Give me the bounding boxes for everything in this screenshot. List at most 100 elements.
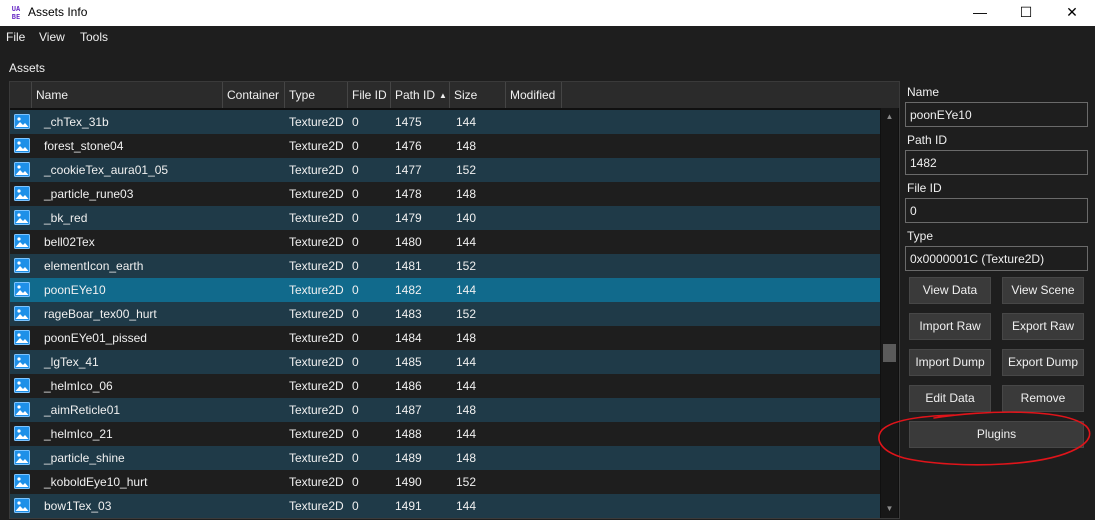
cell-name: _aimReticle01	[44, 403, 121, 417]
cell-file-id: 0	[352, 211, 359, 225]
column-header-path-id[interactable]: Path ID ▲	[391, 82, 450, 108]
scroll-up-arrow-icon[interactable]: ▲	[881, 112, 898, 121]
image-icon	[14, 306, 30, 321]
cell-type: Texture2D	[289, 403, 344, 417]
cell-size: 148	[456, 187, 477, 201]
type-field[interactable]	[905, 246, 1088, 271]
table-row[interactable]: _helmIco_06 Texture2D 0 1486 144	[10, 374, 880, 398]
image-icon	[14, 498, 30, 513]
cell-name: _lgTex_41	[44, 355, 99, 369]
cell-name: _cookieTex_aura01_05	[44, 163, 169, 177]
cell-path-id: 1483	[395, 307, 422, 321]
cell-size: 144	[456, 355, 477, 369]
table-row[interactable]: _aimReticle01 Texture2D 0 1487 148	[10, 398, 880, 422]
table-row[interactable]: _particle_rune03 Texture2D 0 1478 148	[10, 182, 880, 206]
name-field[interactable]	[905, 102, 1088, 127]
type-label: Type	[907, 229, 934, 243]
file-id-field[interactable]	[905, 198, 1088, 223]
table-row[interactable]: _helmIco_21 Texture2D 0 1488 144	[10, 422, 880, 446]
cell-name: bow1Tex_03	[44, 499, 112, 513]
cell-type: Texture2D	[289, 355, 344, 369]
cell-path-id: 1480	[395, 235, 422, 249]
table-row[interactable]: _bk_red Texture2D 0 1479 140	[10, 206, 880, 230]
table-row[interactable]: _particle_shine Texture2D 0 1489 148	[10, 446, 880, 470]
column-header-path-id-label: Path ID	[395, 88, 436, 102]
cell-path-id: 1479	[395, 211, 422, 225]
import-dump-button[interactable]: Import Dump	[909, 349, 991, 376]
image-icon	[14, 186, 30, 201]
cell-type: Texture2D	[289, 115, 344, 129]
cell-size: 148	[456, 331, 477, 345]
cell-file-id: 0	[352, 115, 359, 129]
cell-file-id: 0	[352, 259, 359, 273]
path-id-field[interactable]	[905, 150, 1088, 175]
image-icon	[14, 234, 30, 249]
view-data-button[interactable]: View Data	[909, 277, 991, 304]
close-button[interactable]: ✕	[1049, 0, 1095, 26]
cell-size: 144	[456, 427, 477, 441]
menu-view[interactable]: View	[39, 30, 65, 44]
table-row[interactable]: bell02Tex Texture2D 0 1480 144	[10, 230, 880, 254]
cell-path-id: 1475	[395, 115, 422, 129]
minimize-button[interactable]: —	[957, 0, 1003, 26]
export-dump-button[interactable]: Export Dump	[1002, 349, 1084, 376]
table-body: _chTex_31b Texture2D 0 1475 144 forest_stone0…	[10, 110, 880, 518]
scrollbar-thumb[interactable]	[883, 344, 896, 362]
cell-type: Texture2D	[289, 451, 344, 465]
maximize-button[interactable]: ☐	[1003, 0, 1049, 26]
cell-path-id: 1490	[395, 475, 422, 489]
cell-path-id: 1484	[395, 331, 422, 345]
table-row[interactable]: forest_stone04 Texture2D 0 1476 148	[10, 134, 880, 158]
cell-file-id: 0	[352, 379, 359, 393]
table-row[interactable]: poonEYe10 Texture2D 0 1482 144	[10, 278, 880, 302]
title-bar: UA BE Assets Info — ☐ ✕	[0, 0, 1095, 26]
header-icon-column[interactable]	[10, 82, 32, 108]
cell-path-id: 1481	[395, 259, 422, 273]
cell-type: Texture2D	[289, 307, 344, 321]
import-raw-button[interactable]: Import Raw	[909, 313, 991, 340]
column-header-size[interactable]: Size	[450, 82, 506, 108]
cell-name: poonEYe10	[44, 283, 106, 297]
cell-file-id: 0	[352, 307, 359, 321]
table-row[interactable]: elementIcon_earth Texture2D 0 1481 152	[10, 254, 880, 278]
image-icon	[14, 354, 30, 369]
image-icon	[14, 330, 30, 345]
cell-name: forest_stone04	[44, 139, 124, 153]
cell-name: _koboldEye10_hurt	[44, 475, 148, 489]
menu-tools[interactable]: Tools	[80, 30, 108, 44]
cell-file-id: 0	[352, 163, 359, 177]
image-icon	[14, 378, 30, 393]
column-header-container[interactable]: Container	[223, 82, 285, 108]
column-header-file-id[interactable]: File ID	[348, 82, 391, 108]
red-circle-annotation	[878, 411, 1091, 466]
cell-name: elementIcon_earth	[44, 259, 144, 273]
export-raw-button[interactable]: Export Raw	[1002, 313, 1084, 340]
cell-file-id: 0	[352, 451, 359, 465]
table-row[interactable]: _koboldEye10_hurt Texture2D 0 1490 152	[10, 470, 880, 494]
scroll-down-arrow-icon[interactable]: ▼	[881, 504, 898, 513]
column-header-type[interactable]: Type	[285, 82, 348, 108]
cell-type: Texture2D	[289, 235, 344, 249]
column-header-modified[interactable]: Modified	[506, 82, 562, 108]
table-row[interactable]: _chTex_31b Texture2D 0 1475 144	[10, 110, 880, 134]
image-icon	[14, 426, 30, 441]
menu-file[interactable]: File	[6, 30, 25, 44]
view-scene-button[interactable]: View Scene	[1002, 277, 1084, 304]
table-row[interactable]: _cookieTex_aura01_05 Texture2D 0 1477 152	[10, 158, 880, 182]
cell-size: 148	[456, 403, 477, 417]
path-id-label: Path ID	[907, 133, 948, 147]
table-row[interactable]: _lgTex_41 Texture2D 0 1485 144	[10, 350, 880, 374]
cell-path-id: 1476	[395, 139, 422, 153]
assets-table: Name Container Type File ID Path ID ▲ Siz…	[9, 81, 900, 519]
table-row[interactable]: poonEYe01_pissed Texture2D 0 1484 148	[10, 326, 880, 350]
column-header-name[interactable]: Name	[32, 82, 223, 108]
image-icon	[14, 162, 30, 177]
cell-path-id: 1478	[395, 187, 422, 201]
cell-type: Texture2D	[289, 427, 344, 441]
cell-name: _particle_rune03	[44, 187, 134, 201]
cell-path-id: 1477	[395, 163, 422, 177]
name-label: Name	[907, 85, 940, 99]
table-row[interactable]: bow1Tex_03 Texture2D 0 1491 144	[10, 494, 880, 518]
cell-size: 148	[456, 139, 477, 153]
table-row[interactable]: rageBoar_tex00_hurt Texture2D 0 1483 152	[10, 302, 880, 326]
